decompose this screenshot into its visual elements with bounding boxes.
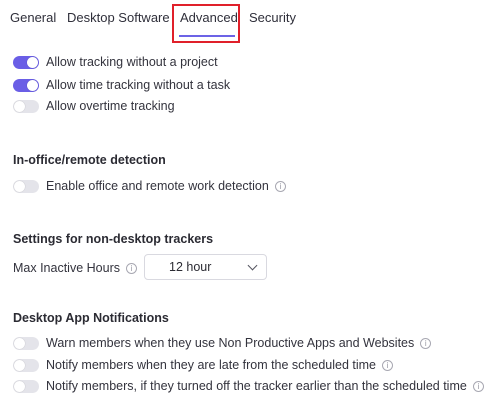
toggle-knob: [27, 79, 38, 91]
allow-overtime-label: Allow overtime tracking: [46, 99, 175, 113]
enable-detection-row: Enable office and remote work detection …: [13, 177, 286, 195]
notifications-section-title: Desktop App Notifications: [13, 311, 169, 325]
notify-turned-off-early-toggle[interactable]: [13, 379, 39, 393]
allow-tracking-without-task-toggle[interactable]: [13, 78, 39, 92]
max-inactive-hours-value: 12 hour: [169, 260, 212, 274]
allow-tracking-without-task-label: Allow time tracking without a task: [46, 78, 231, 92]
info-icon[interactable]: i: [274, 180, 286, 192]
non-desktop-section-title: Settings for non-desktop trackers: [13, 232, 214, 246]
notify-late-row: Notify members when they are late from t…: [13, 356, 394, 374]
active-tab-indicator: [179, 35, 235, 37]
office-remote-section-title: In-office/remote detection: [13, 153, 166, 167]
notify-late-label: Notify members when they are late from t…: [46, 358, 377, 372]
toggle-knob: [14, 359, 25, 371]
info-icon[interactable]: i: [382, 359, 394, 371]
allow-tracking-without-project-toggle[interactable]: [13, 55, 39, 69]
max-inactive-hours-label-wrap: Max Inactive Hours i: [13, 261, 137, 275]
allow-overtime-row: Allow overtime tracking: [13, 97, 175, 115]
info-icon[interactable]: i: [420, 337, 432, 349]
allow-tracking-without-project-label: Allow tracking without a project: [46, 55, 218, 69]
tab-general[interactable]: General: [10, 10, 56, 25]
allow-overtime-toggle[interactable]: [13, 99, 39, 113]
settings-tabs: General Desktop Software Advanced Securi…: [0, 0, 500, 44]
toggle-knob: [27, 56, 38, 68]
allow-tracking-without-project-row: Allow tracking without a project: [13, 53, 218, 71]
allow-tracking-without-task-row: Allow time tracking without a task: [13, 76, 230, 94]
warn-non-productive-toggle[interactable]: [13, 336, 39, 350]
enable-detection-toggle[interactable]: [13, 179, 39, 193]
notify-late-toggle[interactable]: [13, 358, 39, 372]
chevron-down-icon: [247, 260, 258, 271]
tab-desktop-software[interactable]: Desktop Software: [67, 10, 170, 25]
tab-advanced[interactable]: Advanced: [180, 10, 238, 25]
warn-non-productive-label: Warn members when they use Non Productiv…: [46, 336, 415, 350]
notify-turned-off-early-label: Notify members, if they turned off the t…: [46, 379, 467, 393]
toggle-knob: [14, 337, 25, 349]
enable-detection-label: Enable office and remote work detection: [46, 179, 269, 193]
info-icon[interactable]: i: [472, 380, 484, 392]
info-icon[interactable]: i: [125, 262, 137, 274]
notify-turned-off-early-row: Notify members, if they turned off the t…: [13, 377, 484, 395]
toggle-knob: [14, 380, 25, 392]
toggle-knob: [14, 180, 25, 192]
max-inactive-hours-select[interactable]: 12 hour: [144, 254, 267, 280]
tab-security[interactable]: Security: [249, 10, 296, 25]
warn-non-productive-row: Warn members when they use Non Productiv…: [13, 334, 432, 352]
toggle-knob: [14, 100, 25, 112]
max-inactive-hours-label: Max Inactive Hours: [13, 261, 120, 275]
advanced-settings-page: General Desktop Software Advanced Securi…: [0, 0, 500, 409]
